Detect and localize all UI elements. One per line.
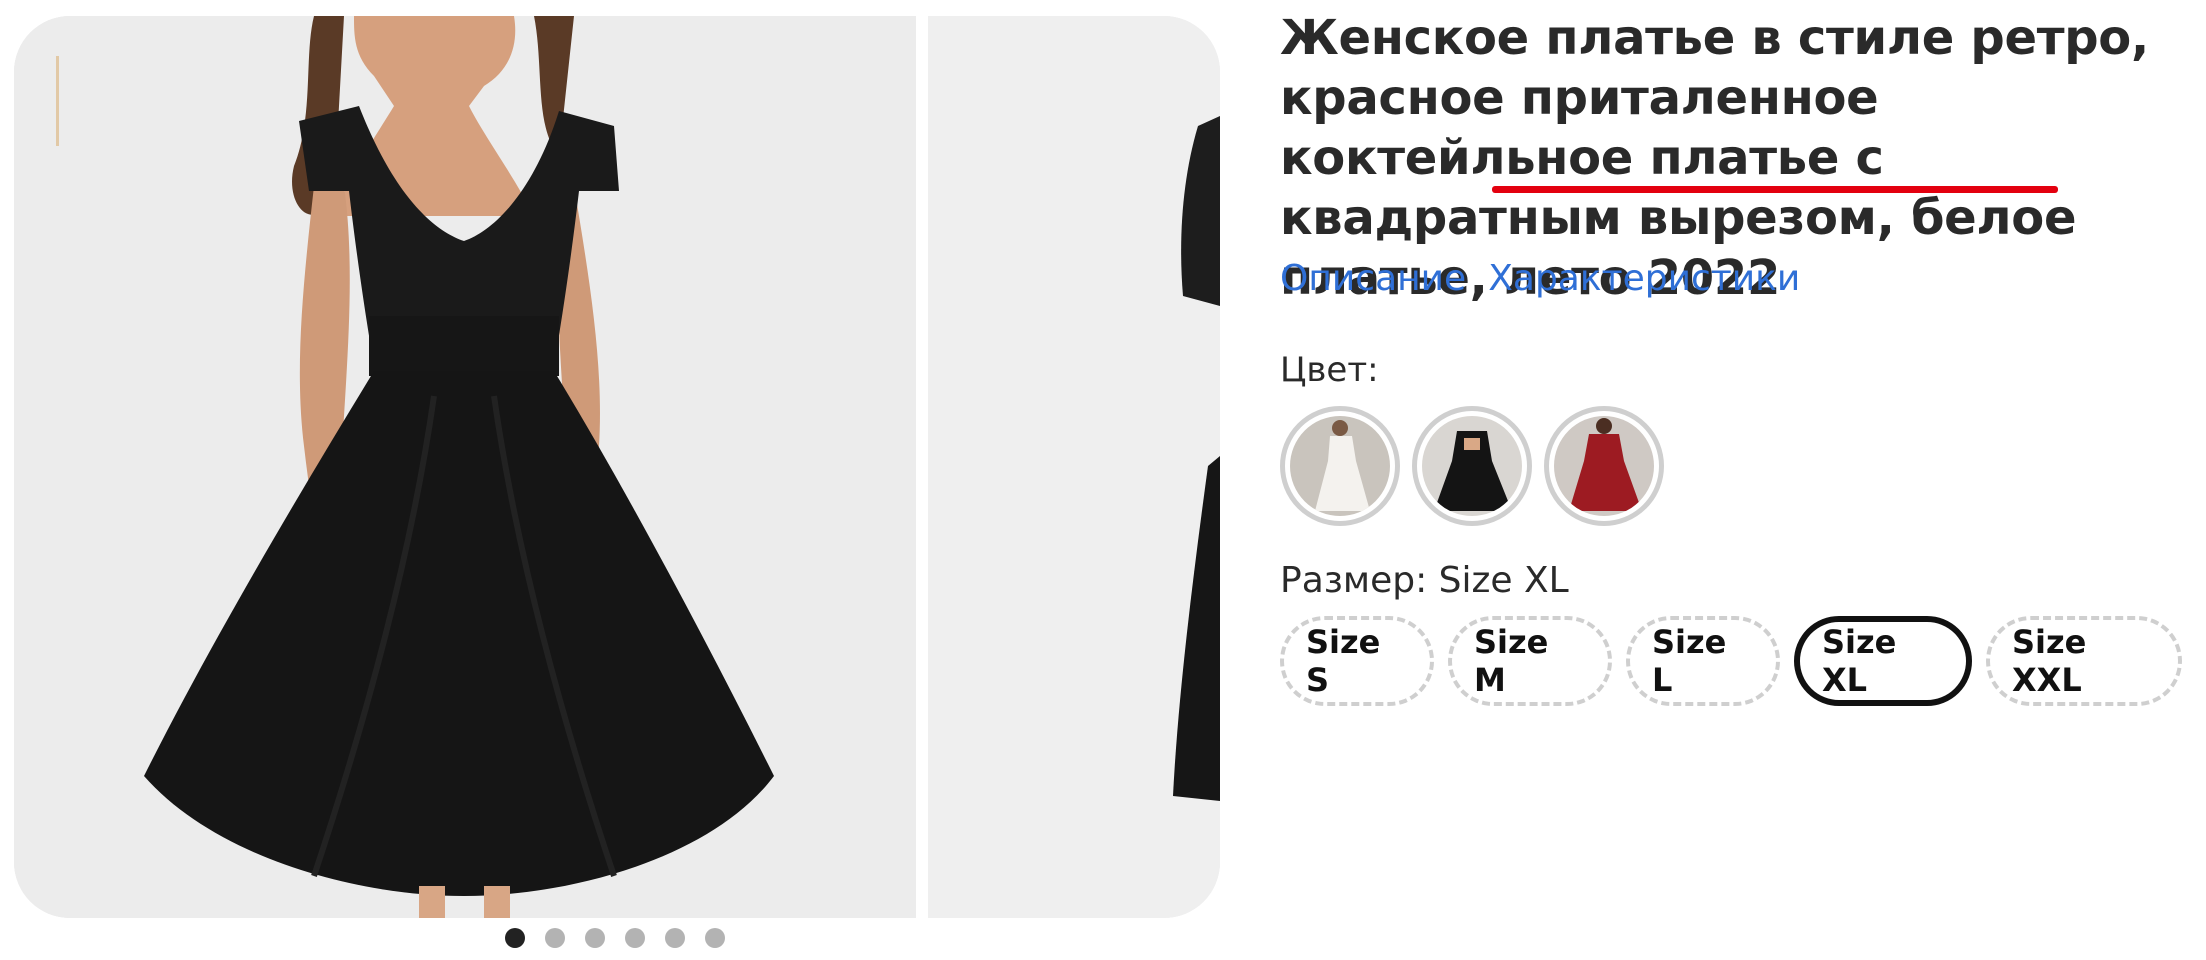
gallery-slide-main[interactable] [14,16,916,918]
black-dress-image [14,16,916,918]
pagination-dot[interactable] [585,928,605,948]
white-dress-thumbnail [1290,416,1390,516]
size-option-l[interactable]: Size L [1626,616,1780,706]
product-page: Женское платье в стиле ретро, красное пр… [0,0,2206,960]
size-option-s[interactable]: Size S [1280,616,1434,706]
color-swatch-black[interactable] [1412,406,1532,526]
red-underline-annotation [1492,186,2058,193]
title-highlighted-text: квадратным вырезом, [1280,190,1895,246]
size-option-xl[interactable]: Size XL [1794,616,1972,706]
gallery-slide-next[interactable] [928,16,1220,918]
size-options: Size S Size M Size L Size XL Size XXL [1280,616,2182,706]
color-swatch-white[interactable] [1280,406,1400,526]
product-section-links: Описание Характеристики [1280,258,1800,299]
color-label: Цвет: [1280,350,1379,390]
color-swatch-red[interactable] [1544,406,1664,526]
color-swatches [1280,406,1664,526]
pagination-dot[interactable] [625,928,645,948]
size-option-m[interactable]: Size M [1448,616,1612,706]
black-dress-thumbnail [1422,416,1522,516]
description-link[interactable]: Описание [1280,258,1466,299]
slide-divider [916,16,928,918]
size-label: Размер: Size XL [1280,560,1569,601]
gallery-pagination [505,928,725,948]
pagination-dot[interactable] [705,928,725,948]
title-text-part1: Женское платье в стиле ретро, красное пр… [1280,10,2149,186]
red-dress-thumbnail [1554,416,1654,516]
next-dress-image [928,16,1220,918]
pagination-dot[interactable] [505,928,525,948]
product-image-gallery[interactable] [14,16,1220,918]
pagination-dot[interactable] [545,928,565,948]
size-option-xxl[interactable]: Size XXL [1986,616,2182,706]
pagination-dot[interactable] [665,928,685,948]
characteristics-link[interactable]: Характеристики [1488,258,1800,299]
